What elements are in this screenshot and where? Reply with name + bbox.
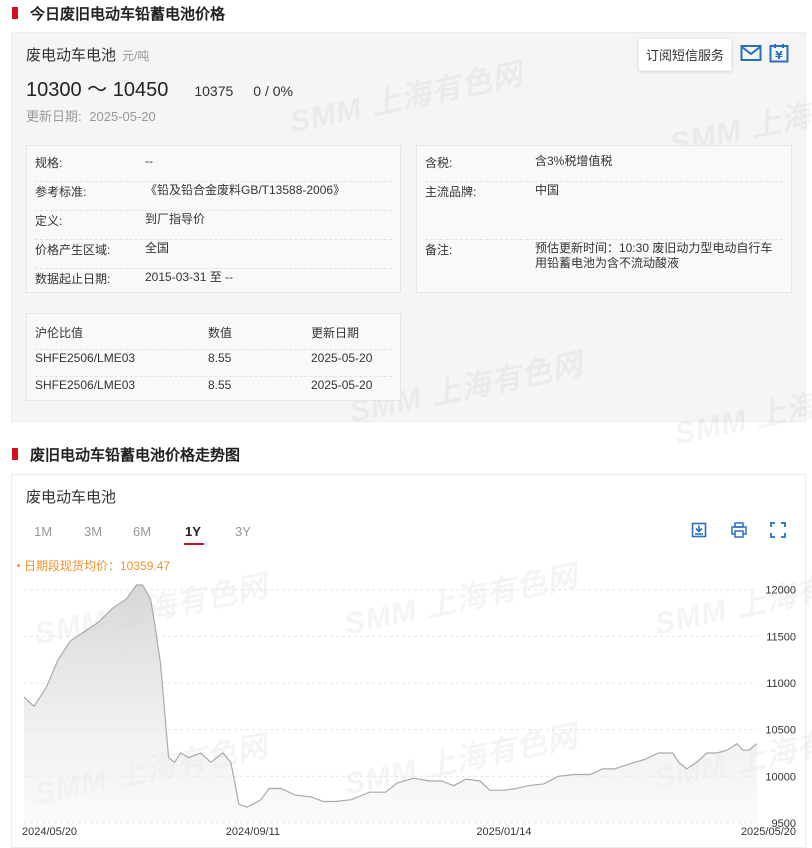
spec-value: 2015-03-31 至 -- (145, 270, 234, 284)
section-title-today-price: 今日废旧电动车铅蓄电池价格 (12, 2, 225, 24)
x-tick-label: 2024/09/11 (226, 826, 280, 838)
product-name: 废电动车电池 元/吨 (26, 44, 149, 65)
svg-text:¥: ¥ (775, 49, 783, 62)
spec-label: 价格产生区域: (35, 243, 111, 257)
spec-value: 到厂指导价 (145, 212, 206, 226)
price-average: 10375 (194, 83, 234, 99)
product-unit: 元/吨 (122, 49, 150, 63)
update-date-label: 更新日期: (26, 109, 82, 124)
spec-row: 价格产生区域: 全国 (35, 241, 392, 269)
spec-label: 含税: (425, 156, 453, 170)
price-row: 10300 ～ 10450 10375 0 / 0% (26, 73, 293, 102)
price-range: 10300 ～ 10450 (26, 79, 169, 101)
table-cell: SHFE2506/LME03 (35, 378, 136, 392)
section-marker (12, 7, 18, 19)
spec-label: 数据起止日期: (35, 272, 111, 286)
y-tick-label: 12000 (765, 585, 796, 597)
table-cell: 2025-05-20 (311, 378, 373, 392)
ratio-table-header: 沪伦比值 数值 更新日期 (35, 324, 392, 350)
table-cell: SHFE2506/LME03 (35, 351, 136, 365)
price-panel: SMM 上海有色网 SMM 上海有色网 SMM 上海有色网 SMM 上海有色网 … (11, 32, 812, 451)
table-cell: 2025-05-20 (311, 351, 373, 365)
spec-row: 参考标准: 《铅及铅合金废料GB/T13588-2006》 (35, 183, 392, 211)
series-area (24, 585, 757, 823)
product-name-text: 废电动车电池 (26, 47, 117, 64)
subscribe-sms-button[interactable]: 订阅短信服务 (638, 38, 732, 71)
watermark: SMM 上海有色网 (670, 361, 812, 453)
spec-label: 规格: (35, 156, 63, 170)
spec-label: 备注: (425, 243, 453, 257)
spec-row: 含税: 含3%税增值税 (425, 154, 783, 182)
spec-value: 含3%税增值税 (535, 154, 613, 168)
calendar-yuan-icon[interactable]: ¥ (768, 42, 790, 64)
y-tick-label: 10500 (765, 725, 796, 737)
spec-value: 全国 (145, 241, 170, 255)
update-date: 更新日期: 2025-05-20 (26, 106, 156, 125)
column-header: 更新日期 (311, 326, 360, 340)
y-tick-label: 10000 (765, 771, 796, 783)
section-title-price-trend: 废旧电动车铅蓄电池价格走势图 (12, 443, 240, 465)
spec-row: 规格: -- (35, 154, 392, 182)
spec-row: 主流品牌: 中国 (425, 183, 783, 240)
update-date-value: 2025-05-20 (89, 109, 156, 124)
x-tick-label: 2025/01/14 (476, 826, 531, 838)
spec-row: 备注: 预估更新时间：10:30 废旧动力型电动自行车用铅蓄电池为含不流动酸液 (425, 241, 783, 281)
x-tick-label: 2025/05/20 (741, 826, 796, 838)
spec-label: 参考标准: (35, 185, 87, 199)
price-change: 0 / 0% (253, 83, 293, 99)
spec-box-left: 规格: -- 参考标准: 《铅及铅合金废料GB/T13588-2006》 定义:… (26, 145, 401, 293)
chart-panel: 废电动车电池 1M 3M 6M 1Y 3Y 日期段现货均价：10359.47 S… (11, 474, 812, 848)
spec-label: 主流品牌: (425, 185, 477, 199)
x-tick-label: 2024/05/20 (22, 826, 77, 838)
watermark: SMM 上海有色网 (285, 49, 526, 141)
table-row: SHFE2506/LME03 8.55 2025-05-20 (35, 378, 392, 398)
y-tick-label: 11500 (766, 631, 796, 643)
table-row: SHFE2506/LME03 8.55 2025-05-20 (35, 351, 392, 377)
column-header: 沪伦比值 (35, 326, 84, 340)
column-header: 数值 (208, 326, 233, 340)
price-trend-chart[interactable]: 950010000105001100011500120002024/05/20 2… (12, 475, 807, 848)
spec-label: 定义: (35, 214, 63, 228)
spec-row: 数据起止日期: 2015-03-31 至 -- (35, 270, 392, 290)
section-marker (12, 448, 18, 460)
spec-value: -- (145, 154, 153, 168)
y-tick-label: 11000 (766, 678, 796, 690)
section-title-text: 废旧电动车铅蓄电池价格走势图 (30, 446, 241, 464)
spec-value: 《铅及铅合金废料GB/T13588-2006》 (145, 183, 346, 197)
table-cell: 8.55 (208, 351, 232, 365)
ratio-table: 沪伦比值 数值 更新日期 SHFE2506/LME03 8.55 2025-05… (26, 313, 401, 401)
spec-value: 预估更新时间：10:30 废旧动力型电动自行车用铅蓄电池为含不流动酸液 (535, 241, 773, 270)
mail-icon[interactable] (740, 42, 762, 64)
spec-box-right: 含税: 含3%税增值税 主流品牌: 中国 备注: 预估更新时间：10:30 废旧… (416, 145, 792, 293)
spec-row: 定义: 到厂指导价 (35, 212, 392, 240)
table-cell: 8.55 (208, 378, 232, 392)
section-title-text: 今日废旧电动车铅蓄电池价格 (30, 5, 226, 23)
spec-value: 中国 (535, 183, 560, 197)
